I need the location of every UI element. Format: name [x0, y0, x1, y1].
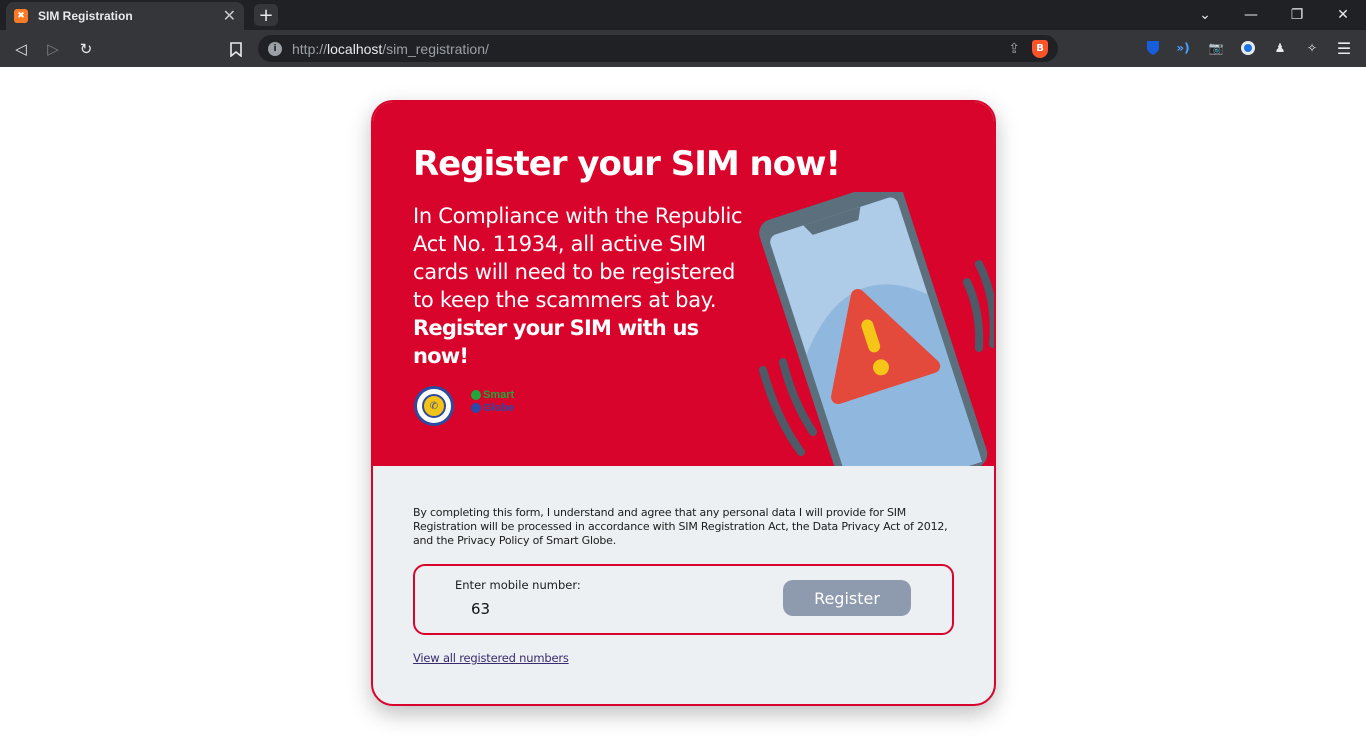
minimize-icon[interactable]: —: [1240, 4, 1262, 26]
close-window-icon[interactable]: ✕: [1332, 4, 1354, 26]
url-text[interactable]: http://localhost/sim_registration/: [292, 41, 1008, 57]
browser-tab[interactable]: ✖ SIM Registration ✕: [6, 2, 244, 30]
phone-warning-icon: [759, 192, 994, 466]
chevron-down-icon[interactable]: ⌄: [1194, 4, 1216, 26]
tab-title: SIM Registration: [38, 9, 133, 23]
new-tab-button[interactable]: +: [254, 4, 278, 26]
camera-icon[interactable]: 📷: [1207, 39, 1225, 57]
xampp-icon: ✖: [14, 9, 28, 23]
brave-shield-icon[interactable]: B: [1032, 39, 1048, 58]
address-bar[interactable]: i http://localhost/sim_registration/ ⇪ B: [258, 35, 1058, 62]
page-title: Register your SIM now!: [413, 144, 841, 184]
close-icon[interactable]: ✕: [223, 8, 236, 24]
hero-banner: Register your SIM now! In Compliance wit…: [373, 102, 994, 466]
register-button[interactable]: Register: [783, 580, 911, 616]
share-icon[interactable]: ⇪: [1008, 41, 1020, 57]
reload-icon[interactable]: ↻: [75, 38, 97, 60]
extensions-icon[interactable]: ✧: [1303, 39, 1321, 57]
vpn-icon[interactable]: [1239, 39, 1257, 57]
mobile-number-input[interactable]: [455, 596, 755, 622]
info-icon[interactable]: i: [268, 41, 282, 56]
browser-tab-bar: ✖ SIM Registration ✕ + ⌄ — ❐ ✕: [0, 0, 1366, 30]
browser-toolbar: ◁ ▷ ↻ i http://localhost/sim_registratio…: [0, 30, 1366, 67]
view-registered-link[interactable]: View all registered numbers: [413, 651, 569, 665]
menu-icon[interactable]: ☰: [1335, 39, 1353, 58]
forward-icon[interactable]: ▷: [42, 38, 64, 60]
smart-globe-logo: Smart Globe: [471, 389, 531, 423]
wave-icon[interactable]: »): [1174, 39, 1192, 57]
hero-description: In Compliance with the Republic Act No. …: [413, 204, 743, 368]
back-icon[interactable]: ◁: [10, 38, 32, 60]
agent-icon[interactable]: ♟: [1271, 39, 1289, 57]
restore-icon[interactable]: ❐: [1286, 4, 1308, 26]
bitwarden-icon[interactable]: [1144, 39, 1162, 57]
bookmark-icon[interactable]: [225, 38, 247, 60]
registration-form: Enter mobile number: Register: [413, 564, 954, 635]
mobile-number-label: Enter mobile number:: [455, 578, 581, 592]
ntc-logo: ✆: [414, 386, 454, 426]
consent-text: By completing this form, I understand an…: [413, 506, 948, 547]
registration-card: Register your SIM now! In Compliance wit…: [371, 100, 996, 706]
